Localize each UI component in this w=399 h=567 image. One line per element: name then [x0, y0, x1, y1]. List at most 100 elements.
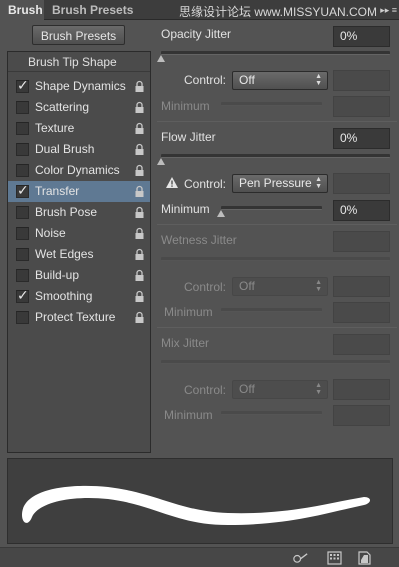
- panel-menu-icon[interactable]: ▸▸ ≡: [380, 0, 397, 20]
- flow-jitter-slider-thumb[interactable]: [157, 158, 165, 165]
- mix-minimum-input: [333, 405, 390, 426]
- lock-icon[interactable]: [134, 269, 145, 282]
- toggle-live-tip-preview-icon[interactable]: [293, 551, 308, 565]
- mix-control-select: Off ▲ ▼: [232, 380, 328, 399]
- flow-control-label: Control:: [184, 177, 227, 191]
- wetness-control-select: Off ▲ ▼: [232, 277, 328, 296]
- list-item-wet-edges[interactable]: Wet Edges: [8, 244, 150, 265]
- opacity-minimum-input: [333, 96, 390, 117]
- list-item-smoothing[interactable]: ✓ Smoothing: [8, 286, 150, 307]
- select-arrows-icon: ▲ ▼: [315, 73, 322, 87]
- lock-icon[interactable]: [134, 290, 145, 303]
- tab-brush[interactable]: Brush: [0, 0, 44, 20]
- list-item-label: Smoothing: [35, 289, 93, 303]
- list-item-label: Brush Pose: [35, 205, 98, 219]
- check-icon: ✓: [17, 287, 29, 303]
- section-divider: [157, 224, 397, 225]
- select-arrows-icon: ▲ ▼: [315, 176, 322, 190]
- flow-minimum-label: Minimum: [161, 202, 210, 216]
- lock-icon[interactable]: [134, 143, 145, 156]
- flow-control-select[interactable]: Pen Pressure ▲ ▼: [232, 174, 328, 193]
- list-item-build-up[interactable]: Build-up: [8, 265, 150, 286]
- lock-icon[interactable]: [134, 80, 145, 93]
- flow-jitter-slider-track[interactable]: [161, 154, 390, 158]
- lock-icon[interactable]: [134, 164, 145, 177]
- mix-minimum-slider-track: [221, 411, 322, 415]
- brush-pose-checkbox[interactable]: [16, 206, 29, 219]
- lock-icon[interactable]: [134, 311, 145, 324]
- lock-icon[interactable]: [134, 101, 145, 114]
- wetness-minimum-label: Minimum: [164, 305, 213, 319]
- list-item-shape-dynamics[interactable]: ✓ Shape Dynamics: [8, 76, 150, 97]
- lock-icon[interactable]: [134, 122, 145, 135]
- create-new-brush-icon[interactable]: [357, 551, 372, 565]
- tab-bar: Brush Brush Presets 思缘设计论坛 www.MISSYUAN.…: [0, 0, 399, 20]
- protect-texture-checkbox[interactable]: [16, 311, 29, 324]
- opacity-minimum-slider-track: [221, 102, 322, 106]
- smoothing-checkbox[interactable]: ✓: [16, 287, 29, 303]
- opacity-control-select[interactable]: Off ▲ ▼: [232, 71, 328, 90]
- wetness-jitter-label: Wetness Jitter: [161, 233, 237, 247]
- brush-stroke-preview: [7, 458, 393, 544]
- list-item-label: Protect Texture: [35, 310, 116, 324]
- list-item-label: Shape Dynamics: [35, 79, 126, 93]
- brush-projection-grid-icon[interactable]: [327, 551, 342, 565]
- mix-control-label: Control:: [184, 383, 227, 397]
- shape-dynamics-checkbox[interactable]: ✓: [16, 77, 29, 93]
- select-arrows-icon: ▲ ▼: [315, 279, 322, 293]
- lock-icon[interactable]: [134, 206, 145, 219]
- brush-presets-button[interactable]: Brush Presets: [32, 25, 125, 45]
- list-item-scattering[interactable]: Scattering: [8, 97, 150, 118]
- panel-bottom-bar: [0, 547, 399, 567]
- opacity-jitter-label: Opacity Jitter: [161, 27, 232, 41]
- lock-icon[interactable]: [134, 248, 145, 261]
- check-icon: ✓: [17, 77, 29, 93]
- flow-minimum-slider-track[interactable]: [221, 206, 322, 210]
- scattering-checkbox[interactable]: [16, 101, 29, 114]
- lock-icon[interactable]: [134, 185, 145, 198]
- color-dynamics-checkbox[interactable]: [16, 164, 29, 177]
- list-item-texture[interactable]: Texture: [8, 118, 150, 139]
- list-item-label: Wet Edges: [35, 247, 94, 261]
- transfer-checkbox[interactable]: ✓: [16, 182, 29, 198]
- list-item-label: Dual Brush: [35, 142, 95, 156]
- section-divider: [157, 327, 397, 328]
- mix-control-value: Off: [239, 382, 255, 396]
- wetness-control-value: Off: [239, 279, 255, 293]
- list-item-label: Color Dynamics: [35, 163, 120, 177]
- mix-minimum-label: Minimum: [164, 408, 213, 422]
- dual-brush-checkbox[interactable]: [16, 143, 29, 156]
- list-item-transfer[interactable]: ✓ Transfer: [8, 181, 150, 202]
- list-item-brush-pose[interactable]: Brush Pose: [8, 202, 150, 223]
- texture-checkbox[interactable]: [16, 122, 29, 135]
- flow-minimum-input[interactable]: 0%: [333, 200, 390, 221]
- flow-jitter-input[interactable]: 0%: [333, 128, 390, 149]
- noise-checkbox[interactable]: [16, 227, 29, 240]
- list-item-noise[interactable]: Noise: [8, 223, 150, 244]
- select-arrows-icon: ▲ ▼: [315, 382, 322, 396]
- tab-brush-presets[interactable]: Brush Presets: [52, 0, 133, 20]
- build-up-checkbox[interactable]: [16, 269, 29, 282]
- flow-jitter-label: Flow Jitter: [161, 130, 216, 144]
- wet-edges-checkbox[interactable]: [16, 248, 29, 261]
- opacity-jitter-input[interactable]: 0%: [333, 26, 390, 47]
- list-item-protect-texture[interactable]: Protect Texture: [8, 307, 150, 328]
- flow-control-value: Pen Pressure: [239, 176, 312, 190]
- wetness-minimum-slider-track: [221, 308, 322, 312]
- wetness-control-field: [333, 276, 390, 297]
- wetness-jitter-slider-track: [161, 257, 390, 261]
- opacity-control-value: Off: [239, 73, 255, 87]
- list-item-dual-brush[interactable]: Dual Brush: [8, 139, 150, 160]
- flow-minimum-slider-thumb[interactable]: [217, 210, 225, 217]
- watermark-text: 思缘设计论坛 www.MISSYUAN.COM: [178, 5, 377, 19]
- list-item-brush-tip-shape[interactable]: Brush Tip Shape: [8, 52, 150, 72]
- warning-icon: [166, 177, 178, 188]
- list-item-label: Build-up: [35, 268, 80, 282]
- opacity-jitter-slider-thumb[interactable]: [157, 55, 165, 62]
- opacity-jitter-slider-track[interactable]: [161, 51, 390, 55]
- list-item-color-dynamics[interactable]: Color Dynamics: [8, 160, 150, 181]
- list-item-label: Noise: [35, 226, 66, 240]
- wetness-control-label: Control:: [184, 280, 227, 294]
- opacity-minimum-label: Minimum: [161, 99, 210, 113]
- lock-icon[interactable]: [134, 227, 145, 240]
